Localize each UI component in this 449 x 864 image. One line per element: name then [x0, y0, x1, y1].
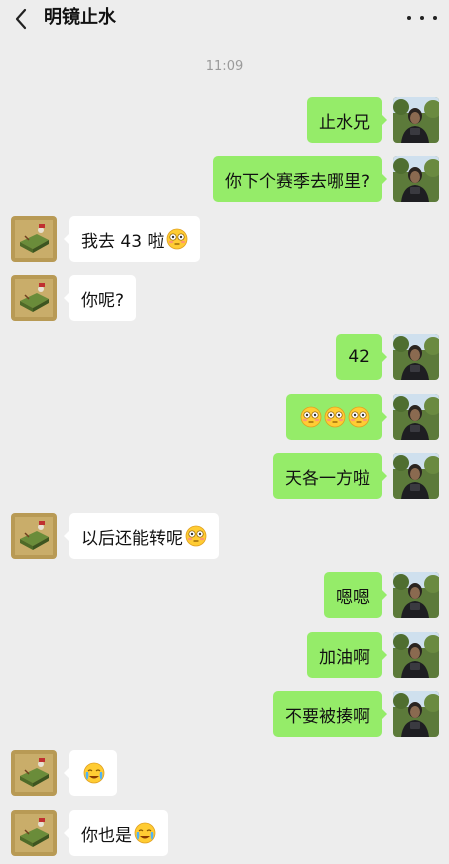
my-avatar[interactable]: [393, 394, 439, 440]
my-avatar[interactable]: [393, 156, 439, 202]
message-row: 42: [0, 334, 449, 382]
contact-avatar[interactable]: [11, 216, 57, 262]
message-row: 你下个赛季去哪里?: [0, 156, 449, 204]
message-bubble[interactable]: 不要被揍啊: [273, 691, 387, 737]
message-bubble[interactable]: [286, 394, 387, 440]
message-row: [0, 394, 449, 442]
my-avatar[interactable]: [393, 334, 439, 380]
my-avatar[interactable]: [393, 691, 439, 737]
contact-avatar[interactable]: [11, 513, 57, 559]
message-text: 不要被揍啊: [285, 706, 370, 727]
message-timestamp: 11:09: [205, 59, 244, 74]
contact-avatar[interactable]: [11, 750, 57, 796]
message-row: 我去 43 啦: [0, 216, 449, 264]
message-row: 天各一方啦: [0, 453, 449, 501]
message-bubble[interactable]: 加油啊: [307, 632, 387, 678]
message-bubble[interactable]: 嗯嗯: [324, 572, 387, 618]
flushed-face-emoji-icon: [185, 525, 207, 547]
message-row: 加油啊: [0, 632, 449, 680]
message-bubble[interactable]: 你下个赛季去哪里?: [212, 156, 388, 202]
contact-avatar[interactable]: [11, 275, 57, 321]
message-bubble[interactable]: 我去 43 啦: [63, 216, 201, 262]
back-button[interactable]: [8, 6, 34, 32]
message-text: 天各一方啦: [285, 468, 370, 489]
message-row: 不要被揍啊: [0, 691, 449, 739]
flushed-face-emoji-icon: [348, 406, 370, 428]
flushed-face-emoji-icon: [167, 228, 188, 250]
message-row: 你呢?: [0, 275, 449, 323]
contact-avatar[interactable]: [11, 810, 57, 856]
more-dots-icon: [407, 16, 411, 20]
message-bubble[interactable]: 止水兄: [307, 97, 387, 143]
my-avatar[interactable]: [393, 97, 439, 143]
message-text: 嗯嗯: [336, 587, 370, 608]
chat-title: 明镜止水: [44, 7, 116, 28]
chevron-left-icon: [15, 8, 27, 30]
message-text: 止水兄: [319, 112, 370, 133]
chat-screen: 明镜止水 11:09 止水兄你下个赛季去哪里? 我去 43 啦你呢? 42 天各一方啦…: [0, 0, 449, 864]
crying-face-emoji-icon: [83, 762, 105, 784]
more-options-button[interactable]: [407, 6, 437, 30]
message-text: 我去 43 啦: [81, 231, 165, 252]
my-avatar[interactable]: [393, 572, 439, 618]
message-row: 嗯嗯: [0, 572, 449, 620]
message-bubble[interactable]: 天各一方啦: [273, 453, 387, 499]
my-avatar[interactable]: [393, 453, 439, 499]
message-text: 加油啊: [319, 647, 370, 668]
message-bubble[interactable]: 你也是: [64, 810, 168, 856]
message-text: 你呢?: [81, 290, 125, 311]
crying-face-emoji-icon: [134, 822, 156, 844]
flushed-face-emoji-icon: [324, 406, 346, 428]
message-bubble[interactable]: 42: [336, 334, 387, 380]
message-bubble[interactable]: 以后还能转呢: [64, 513, 219, 559]
my-avatar[interactable]: [393, 632, 439, 678]
message-row: 以后还能转呢: [0, 513, 449, 561]
message-row: 止水兄: [0, 97, 449, 145]
message-bubble[interactable]: 你呢?: [63, 275, 137, 321]
chat-header: 明镜止水: [0, 0, 449, 38]
message-text: 你也是: [81, 825, 132, 846]
message-row: [0, 750, 449, 798]
message-text: 你下个赛季去哪里?: [224, 171, 370, 192]
message-row: 你也是: [0, 810, 449, 858]
message-bubble[interactable]: [64, 750, 117, 796]
message-text: 以后还能转呢: [81, 528, 183, 549]
flushed-face-emoji-icon: [300, 406, 322, 428]
message-text: 42: [348, 347, 370, 367]
